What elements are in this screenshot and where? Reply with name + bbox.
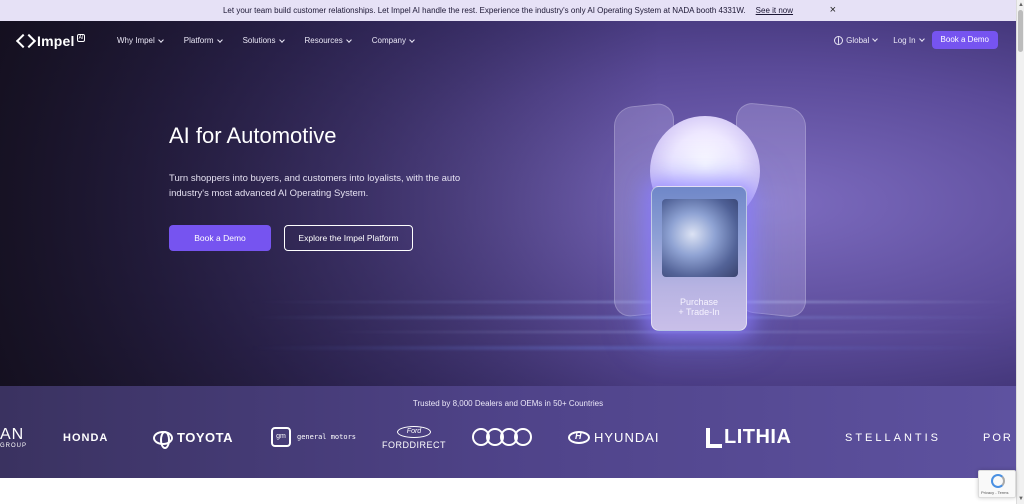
logo-text: Impel (37, 33, 75, 49)
audi-logo (472, 428, 532, 446)
close-icon[interactable]: × (830, 4, 836, 16)
nav-right: Global Log In Book a Demo (834, 31, 998, 49)
gm-text: general motors (297, 433, 357, 441)
card-label-line-2: + Trade-In (678, 307, 720, 317)
nav-item-solutions[interactable]: Solutions (242, 36, 285, 45)
trusted-title: Trusted by 8,000 Dealers and OEMs in 50+… (412, 399, 604, 408)
chevron-down-icon (157, 36, 164, 43)
hero-title: AI for Automotive (169, 123, 337, 148)
hero-subtitle: Turn shoppers into buyers, and customers… (169, 173, 461, 199)
chevron-down-icon (918, 36, 925, 42)
chevron-down-icon (345, 36, 352, 43)
nissan-sub-text: GROUP (0, 443, 28, 449)
gm-logo: gm general motors (271, 427, 356, 447)
recaptcha-text: Privacy - Terms (981, 490, 1009, 495)
announcement-bar: Let your team build customer relationshi… (0, 0, 1016, 21)
logo-badge: AI (76, 34, 86, 42)
toyota-text: TOYOTA (177, 430, 233, 445)
chevron-down-icon (278, 36, 285, 43)
recaptcha-icon (991, 474, 1005, 488)
nav-item-label: Why Impel (117, 36, 155, 45)
brand-logos: AN GROUP HONDA TOYOTA gm general motors … (0, 426, 1016, 456)
scrollbar-thumb[interactable] (1018, 10, 1023, 52)
impel-logo-mark-icon (18, 33, 34, 49)
porsche-logo: POR (983, 432, 1013, 444)
nav-item-label: Platform (183, 36, 214, 45)
trusted-section: Trusted by 8,000 Dealers and OEMs in 50+… (0, 386, 1016, 478)
announcement-message: Let your team build customer relationshi… (222, 6, 746, 15)
stellantis-logo: STELLANTIS (845, 432, 942, 444)
scroll-up-arrow-icon[interactable]: ▲ (1018, 2, 1024, 8)
announcement-link[interactable]: See it now (756, 6, 793, 15)
honda-logo: HONDA (63, 432, 109, 444)
explore-platform-button[interactable]: Explore the Impel Platform (284, 225, 413, 251)
nav-item-label: Resources (304, 36, 343, 45)
hyundai-emblem-icon (568, 431, 590, 444)
main-nav: Impel AI Why Impel Platform Solutions Re… (0, 21, 1016, 63)
purchase-card: Purchase + Trade-In (651, 186, 747, 331)
chevron-down-icon (872, 36, 879, 42)
chevron-down-icon (409, 36, 415, 43)
toyota-logo: TOYOTA (153, 430, 233, 449)
card-label: Purchase + Trade-In (652, 297, 746, 317)
lithia-text: LITHIA (724, 426, 792, 448)
hyundai-text: HYUNDAI (594, 430, 660, 445)
login-menu[interactable]: Log In (893, 35, 925, 45)
nav-item-company[interactable]: Company (371, 36, 415, 45)
nissan-text: AN (0, 426, 25, 443)
nav-item-why-impel[interactable]: Why Impel (117, 36, 164, 45)
globe-icon (834, 35, 844, 45)
book-demo-button[interactable]: Book a Demo (169, 225, 271, 251)
ford-oval-icon: Ford (397, 426, 431, 438)
login-label: Log In (893, 35, 916, 45)
vertical-scrollbar[interactable]: ▲ ▼ (1016, 0, 1024, 504)
lithia-logo: LITHIA (706, 426, 791, 449)
card-photo (662, 199, 738, 277)
page-below-fold (0, 478, 1016, 504)
global-selector[interactable]: Global (834, 35, 879, 45)
lithia-emblem-icon (706, 427, 722, 448)
nav-book-demo-button[interactable]: Book a Demo (931, 31, 998, 49)
nissan-group-logo: AN GROUP (0, 426, 26, 449)
toyota-emblem-icon (153, 430, 173, 449)
nav-item-label: Solutions (242, 36, 276, 45)
impel-logo[interactable]: Impel AI (18, 33, 86, 49)
chevron-down-icon (216, 36, 223, 43)
page: Let your team build customer relationshi… (0, 0, 1024, 504)
nav-item-platform[interactable]: Platform (183, 36, 223, 45)
forddirect-text: FORDDIRECT (382, 440, 446, 450)
hero-visual: Purchase + Trade-In (560, 61, 860, 361)
audi-ring-icon (514, 428, 532, 446)
global-label: Global (846, 35, 870, 45)
scroll-down-arrow-icon[interactable]: ▼ (1018, 496, 1024, 502)
forddirect-logo: Ford FORDDIRECT (382, 426, 446, 450)
hyundai-logo: HYUNDAI (568, 430, 660, 445)
recaptcha-badge[interactable]: Privacy - Terms (978, 470, 1016, 498)
card-label-line-1: Purchase (679, 297, 719, 307)
nav-item-resources[interactable]: Resources (304, 36, 352, 45)
nav-menu: Why Impel Platform Solutions Resources C… (117, 36, 435, 45)
gm-emblem-icon: gm (271, 427, 291, 447)
nav-item-label: Company (371, 36, 407, 45)
